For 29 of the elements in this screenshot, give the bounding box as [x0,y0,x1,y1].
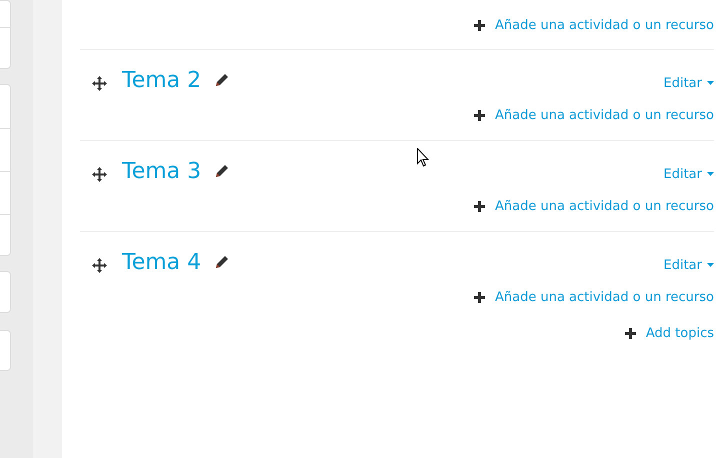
pencil-icon[interactable] [215,73,230,87]
move-icon[interactable] [92,76,107,90]
plus-icon [474,292,485,303]
caret-icon [707,81,714,85]
add-topics-link[interactable]: Add topics [624,326,714,341]
add-activity-link[interactable]: Añade una actividad o un recurso [474,290,714,305]
section-title[interactable]: Tema 4 [122,250,202,274]
caret-icon [707,172,714,176]
sidebar-block [0,0,11,69]
pencil-icon[interactable] [215,164,230,178]
sidebar-block [0,330,11,371]
pencil-icon[interactable] [215,255,230,269]
plus-icon [474,110,485,121]
plus-icon [624,328,636,339]
section-title[interactable]: Tema 2 [122,68,202,92]
section-title[interactable]: Tema 3 [122,158,202,184]
add-activity-link[interactable]: Añade una actividad o un recurso [474,199,714,214]
move-icon[interactable] [92,166,107,182]
edit-menu[interactable]: Editar [664,166,714,182]
plus-icon [474,20,485,31]
add-activity-link[interactable]: Añade una actividad o un recurso [474,108,714,123]
add-activity-link[interactable]: Añade una actividad o un recurso [474,18,714,33]
mouse-pointer-icon [417,148,429,167]
sidebar-block [0,271,11,313]
caret-icon [707,263,714,267]
plus-icon [474,201,485,212]
edit-menu[interactable]: Editar [664,76,714,90]
move-icon[interactable] [92,258,107,272]
edit-menu[interactable]: Editar [664,258,714,272]
